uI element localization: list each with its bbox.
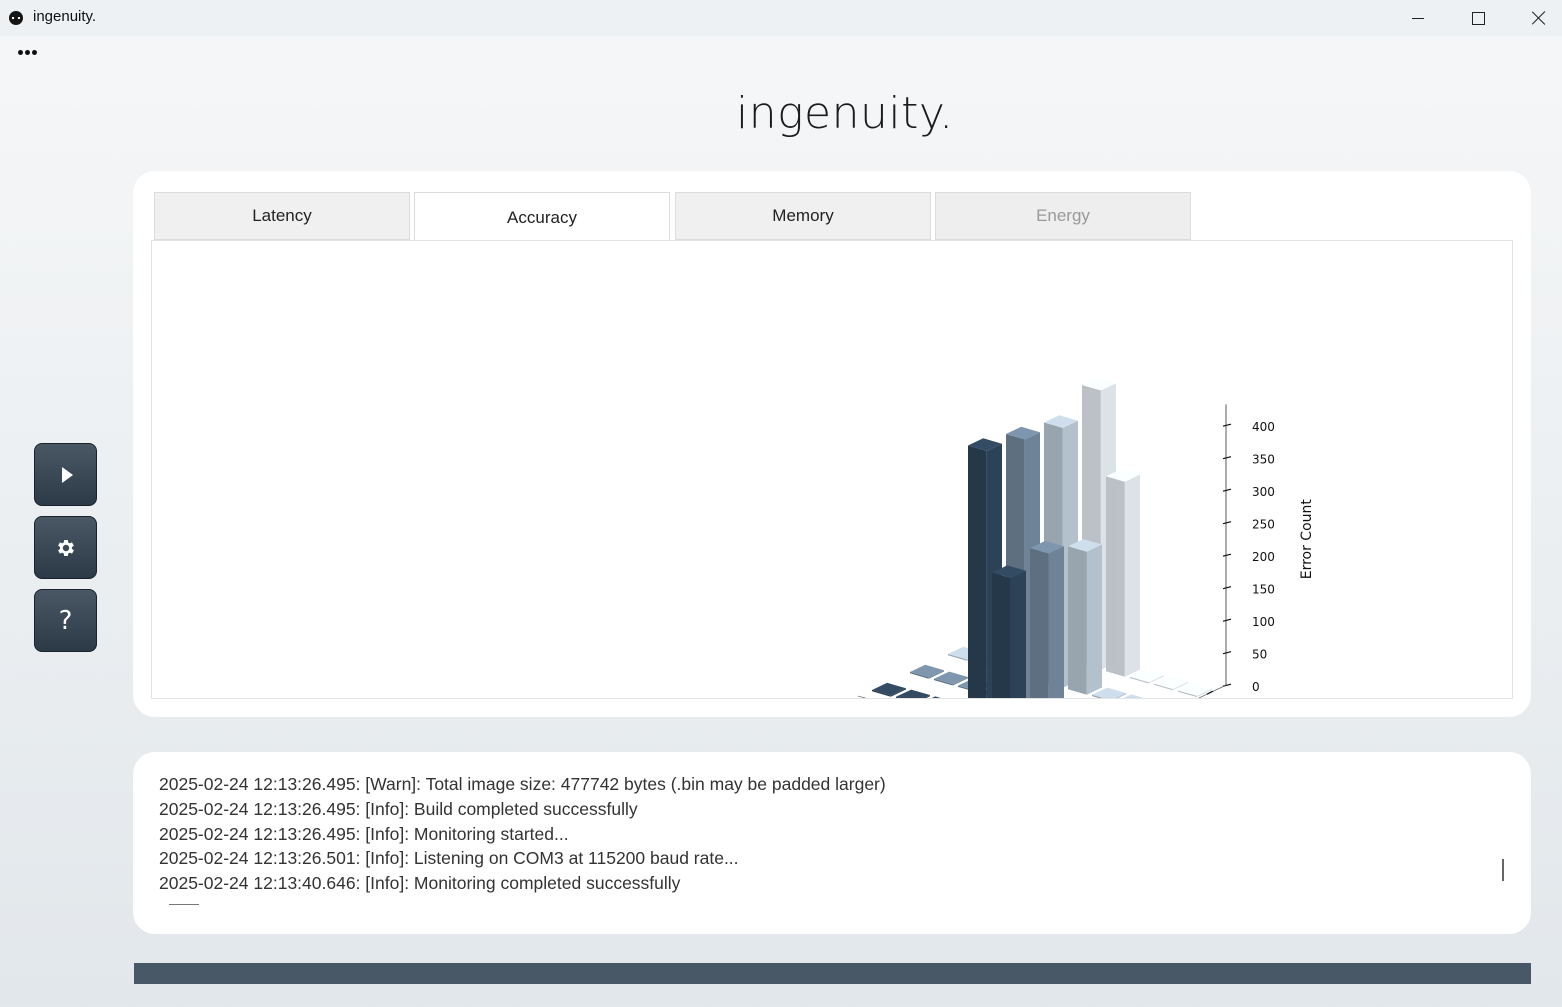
z-tick-label: 400 bbox=[1252, 420, 1275, 434]
z-tick-mark bbox=[1222, 488, 1232, 492]
tab-memory[interactable]: Memory bbox=[675, 192, 931, 240]
maximize-icon bbox=[1471, 11, 1485, 25]
app-icon bbox=[9, 11, 23, 25]
bar-top-face bbox=[872, 682, 906, 696]
bar-front-face bbox=[1106, 476, 1125, 677]
bar-side-face bbox=[1010, 570, 1026, 698]
bar-side-face bbox=[1124, 474, 1140, 677]
help-button[interactable]: ? bbox=[34, 589, 97, 652]
z-tick-label: 200 bbox=[1252, 550, 1275, 564]
z-tick-mark bbox=[1222, 553, 1232, 557]
more-dots-icon[interactable] bbox=[18, 50, 37, 55]
minimize-button[interactable] bbox=[1388, 0, 1448, 36]
z-axis-label: Error Count bbox=[1299, 499, 1315, 580]
close-button[interactable] bbox=[1509, 0, 1562, 36]
log-panel: 2025-02-24 12:13:26.495: [Warn]: Total i… bbox=[133, 752, 1531, 934]
z-tick-mark bbox=[1222, 586, 1232, 590]
z-tick-mark bbox=[1222, 456, 1232, 460]
z-tick-label: 350 bbox=[1252, 453, 1275, 467]
z-tick-label: 50 bbox=[1252, 648, 1267, 662]
maximize-button[interactable] bbox=[1448, 0, 1508, 36]
z-tick-label: 150 bbox=[1252, 583, 1275, 597]
z-tick-mark bbox=[1222, 521, 1232, 525]
window-title: ingenuity. bbox=[33, 8, 97, 25]
accuracy-panel: 050100150200250300350400Error Count−4−3−… bbox=[151, 240, 1513, 699]
run-button[interactable] bbox=[34, 443, 97, 506]
log-line: 2025-02-24 12:13:26.495: [Info]: Monitor… bbox=[159, 824, 569, 844]
app-name: ingenuity. bbox=[736, 88, 954, 139]
question-icon: ? bbox=[58, 605, 73, 636]
log-line: 2025-02-24 12:13:26.495: [Info]: Build c… bbox=[159, 799, 638, 819]
log-vertical-scrollbar[interactable] bbox=[1502, 859, 1504, 881]
bar-front-face bbox=[992, 572, 1011, 698]
bar-front-face bbox=[1030, 548, 1049, 698]
play-icon bbox=[61, 466, 73, 483]
tab-energy: Energy bbox=[935, 192, 1191, 240]
log-line: 2025-02-24 12:13:26.501: [Info]: Listeni… bbox=[159, 848, 739, 868]
z-tick-label: 300 bbox=[1252, 485, 1275, 499]
log-line: 2025-02-24 12:13:40.646: [Info]: Monitor… bbox=[159, 873, 681, 893]
z-tick-label: 100 bbox=[1252, 615, 1275, 629]
bar-front-face bbox=[968, 445, 987, 698]
tab-accuracy[interactable]: Accuracy bbox=[414, 192, 670, 242]
metrics-card: Latency Accuracy Memory Energy 0 50 100 150… bbox=[133, 171, 1531, 717]
z-tick-mark bbox=[1222, 651, 1232, 655]
bar-side-face bbox=[1086, 544, 1102, 695]
z-tick-mark bbox=[1222, 618, 1232, 622]
tab-latency[interactable]: Latency bbox=[154, 192, 410, 240]
z-tick-label: 250 bbox=[1252, 518, 1275, 532]
settings-button[interactable] bbox=[34, 516, 97, 579]
status-bar bbox=[134, 963, 1531, 984]
z-tick-mark bbox=[1222, 423, 1232, 427]
minimize-icon bbox=[1412, 17, 1424, 19]
z-tick-label: 0 bbox=[1252, 680, 1260, 694]
gear-icon bbox=[57, 539, 74, 556]
log-horizontal-scrollbar[interactable] bbox=[169, 904, 199, 905]
log-line: 2025-02-24 12:13:26.495: [Warn]: Total i… bbox=[159, 774, 886, 794]
title-bar: ingenuity. bbox=[0, 0, 1562, 36]
accuracy-3d-bar-chart: 050100150200250300350400Error Count−4−3−… bbox=[857, 377, 1315, 698]
close-icon bbox=[1532, 11, 1546, 25]
bar-top-face bbox=[910, 664, 944, 678]
bar-front-face bbox=[1068, 546, 1087, 695]
bar-side-face bbox=[1048, 546, 1064, 698]
